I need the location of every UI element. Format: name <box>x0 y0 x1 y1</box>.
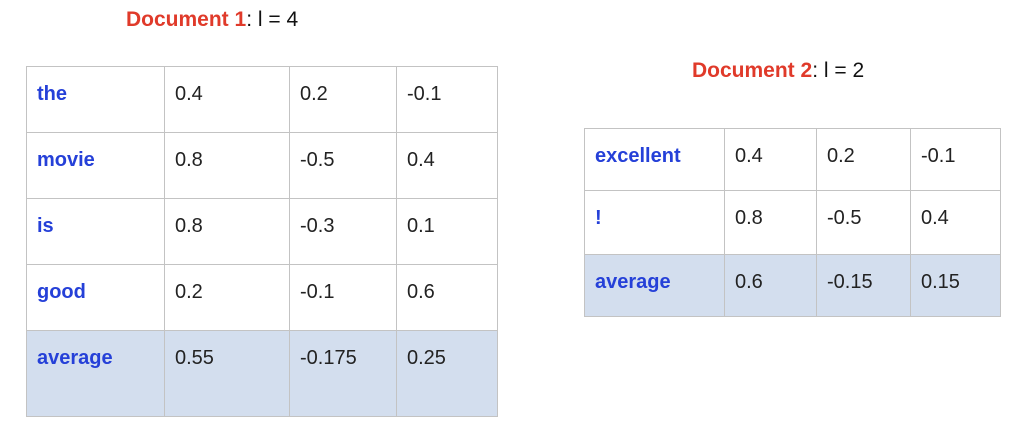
average-value-cell: -0.15 <box>816 254 911 317</box>
value-cell: 0.2 <box>816 128 911 191</box>
average-value-cell: 0.25 <box>396 330 498 417</box>
value-cell: 0.4 <box>910 190 1001 255</box>
average-row: average 0.6 -0.15 0.15 <box>584 254 1001 317</box>
document-2-name: Document 2 <box>692 59 813 82</box>
word-cell: the <box>26 66 165 133</box>
table-row: excellent 0.4 0.2 -0.1 <box>584 128 1001 191</box>
value-cell: 0.6 <box>396 264 498 331</box>
document-1-embedding-table: the 0.4 0.2 -0.1 movie 0.8 -0.5 0.4 is 0… <box>26 66 498 417</box>
average-label-cell: average <box>584 254 725 317</box>
value-cell: -0.3 <box>289 198 397 265</box>
word-cell: excellent <box>584 128 725 191</box>
word-cell: is <box>26 198 165 265</box>
document-2-embedding-table: excellent 0.4 0.2 -0.1 ! 0.8 -0.5 0.4 av… <box>584 128 1001 317</box>
average-value-cell: 0.6 <box>724 254 817 317</box>
value-cell: 0.8 <box>724 190 817 255</box>
average-row: average 0.55 -0.175 0.25 <box>26 330 498 417</box>
value-cell: 0.2 <box>289 66 397 133</box>
table-row: movie 0.8 -0.5 0.4 <box>26 132 498 199</box>
value-cell: 0.8 <box>164 132 290 199</box>
value-cell: -0.1 <box>910 128 1001 191</box>
average-value-cell: 0.15 <box>910 254 1001 317</box>
value-cell: 0.1 <box>396 198 498 265</box>
word-cell: ! <box>584 190 725 255</box>
word-cell: movie <box>26 132 165 199</box>
value-cell: 0.4 <box>724 128 817 191</box>
document-2-length: : l = 2 <box>812 59 865 82</box>
average-label-cell: average <box>26 330 165 417</box>
value-cell: 0.4 <box>396 132 498 199</box>
document-2-title: Document 2: l = 2 <box>692 59 864 83</box>
value-cell: 0.8 <box>164 198 290 265</box>
document-1-name: Document 1 <box>126 8 247 31</box>
value-cell: -0.1 <box>289 264 397 331</box>
table-row: good 0.2 -0.1 0.6 <box>26 264 498 331</box>
document-1-title: Document 1: l = 4 <box>126 8 298 32</box>
value-cell: -0.5 <box>816 190 911 255</box>
value-cell: 0.4 <box>164 66 290 133</box>
document-1-length: : l = 4 <box>246 8 299 31</box>
table-row: is 0.8 -0.3 0.1 <box>26 198 498 265</box>
average-value-cell: -0.175 <box>289 330 397 417</box>
word-cell: good <box>26 264 165 331</box>
value-cell: -0.1 <box>396 66 498 133</box>
table-row: the 0.4 0.2 -0.1 <box>26 66 498 133</box>
table-row: ! 0.8 -0.5 0.4 <box>584 190 1001 255</box>
average-value-cell: 0.55 <box>164 330 290 417</box>
value-cell: 0.2 <box>164 264 290 331</box>
value-cell: -0.5 <box>289 132 397 199</box>
